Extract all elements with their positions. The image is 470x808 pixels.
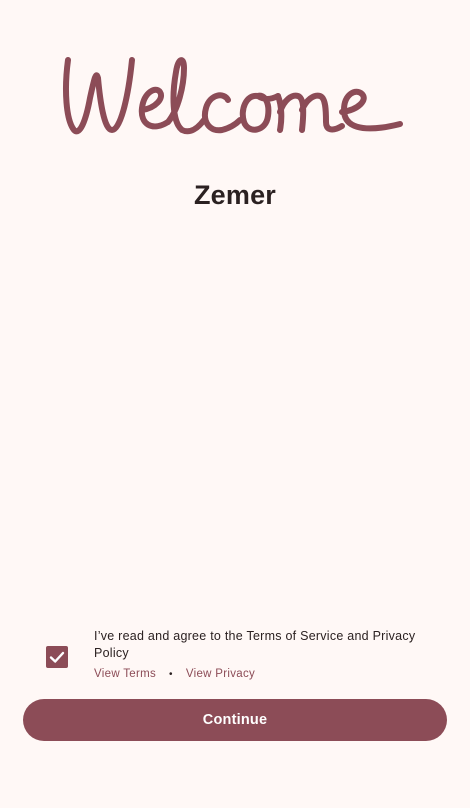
view-privacy-link[interactable]: View Privacy: [186, 668, 255, 680]
app-name: Zemer: [193, 180, 277, 210]
agree-checkbox[interactable]: [46, 646, 68, 668]
welcome-logo: [60, 50, 410, 145]
checkmark-icon: [49, 651, 65, 663]
view-terms-link[interactable]: View Terms: [94, 668, 156, 680]
agree-text: I’ve read and agree to the Terms of Serv…: [94, 629, 416, 660]
link-separator: •: [169, 668, 173, 680]
agree-text-block: I’ve read and agree to the Terms of Serv…: [94, 628, 444, 680]
policy-links: View Terms • View Privacy: [94, 668, 444, 680]
continue-button[interactable]: Continue: [23, 699, 447, 741]
